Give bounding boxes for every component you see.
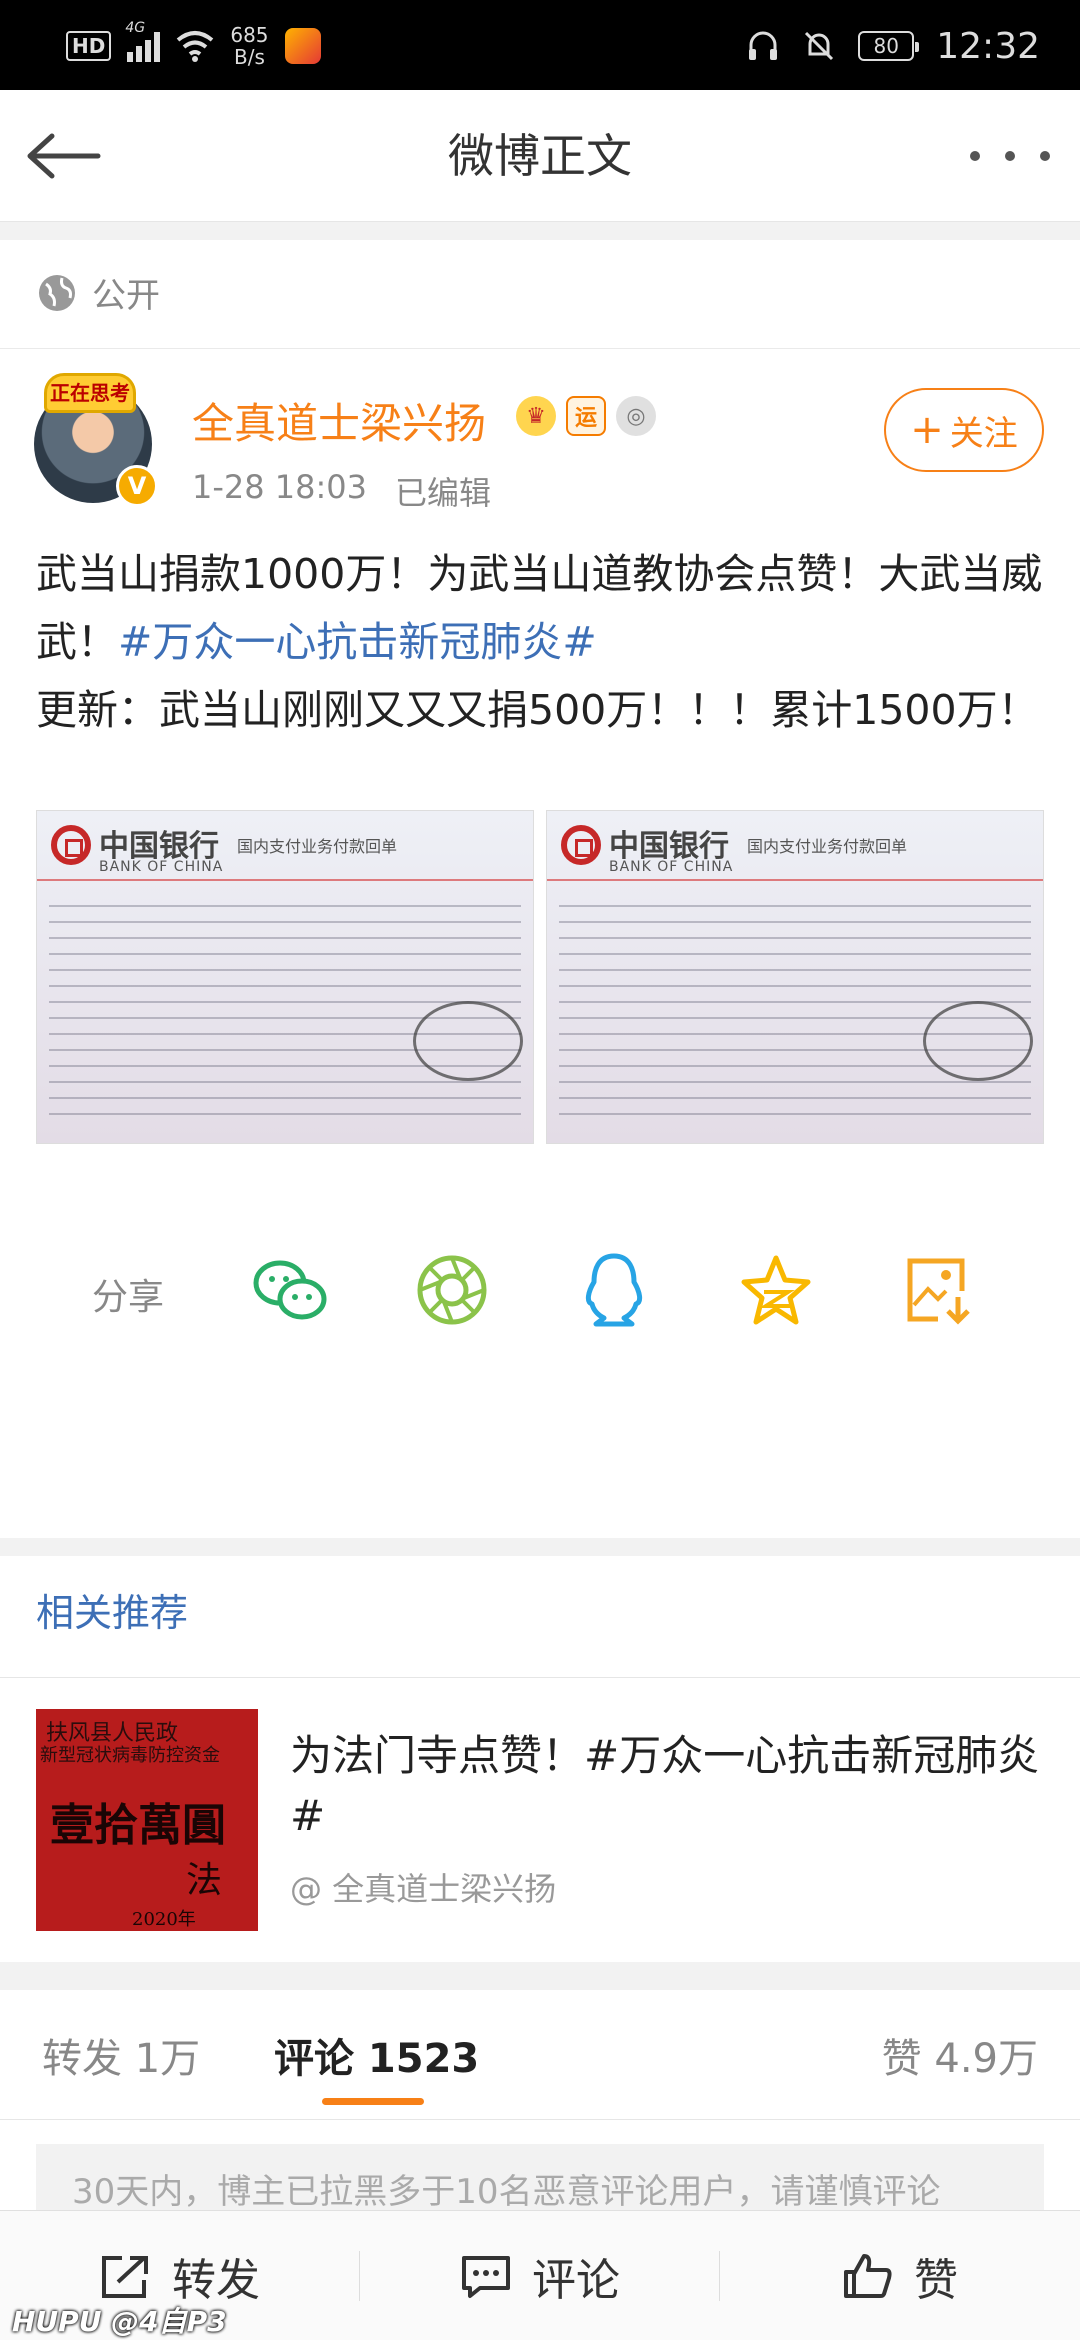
mute-bell-icon xyxy=(805,31,834,61)
qzone-icon[interactable] xyxy=(738,1252,814,1328)
receipt-rule xyxy=(37,879,533,881)
interaction-tabs: 转发 1万 评论 1523 赞 4.9万 xyxy=(0,1990,1080,2120)
repost-label: 转发 xyxy=(172,2255,260,2306)
tab-likes[interactable]: 赞 4.9万 xyxy=(882,2026,1038,2084)
tab-reposts[interactable]: 转发 1万 xyxy=(42,2026,200,2084)
receipt-title: 国内支付业务付款回单 xyxy=(747,837,908,856)
vip-crown-icon[interactable]: ♛ xyxy=(516,396,556,436)
share-label: 分享 xyxy=(92,1277,165,1318)
more-dot-icon xyxy=(1040,151,1050,161)
more-dot-icon xyxy=(1005,151,1015,161)
receipt-rule xyxy=(547,879,1043,881)
thumb-text: 法 xyxy=(186,1860,223,1901)
post-text-line2: 更新：武当山刚刚又又又捐500万！！！累计1500万！ xyxy=(36,686,1039,734)
moments-icon[interactable] xyxy=(414,1252,490,1328)
post-timestamp: 1-28 18:03 xyxy=(192,468,368,506)
bank-name-en: BANK OF CHINA xyxy=(99,859,224,875)
back-button[interactable] xyxy=(24,120,104,192)
medal-icon[interactable]: ◎ xyxy=(616,396,656,436)
thumb-text: 2020年 xyxy=(132,1909,196,1930)
comment-icon xyxy=(462,2256,510,2298)
battery-icon: 80 xyxy=(858,31,920,61)
clock: 12:32 xyxy=(936,25,1040,67)
thumb-text: 新型冠状病毒防控资金 xyxy=(40,1745,220,1766)
badge-yun-icon[interactable]: 运 xyxy=(566,396,606,436)
wifi-icon xyxy=(177,31,214,62)
thumbs-up-icon xyxy=(844,2254,892,2298)
network-type: 4G xyxy=(125,20,146,36)
page-title: 微博正文 xyxy=(448,129,632,183)
divider xyxy=(0,348,1080,349)
thumb-text: 壹拾萬圓 xyxy=(50,1800,226,1851)
back-arrow-icon xyxy=(27,133,101,179)
save-image-icon[interactable] xyxy=(900,1252,976,1328)
bank-of-china-logo-icon xyxy=(561,825,601,865)
share-row: 分享 xyxy=(0,1240,1080,1340)
visibility-label: 公开 xyxy=(36,268,160,317)
post-image-2[interactable]: 中国银行 BANK OF CHINA 国内支付业务付款回单 xyxy=(546,810,1044,1144)
edited-label[interactable]: 已编辑 xyxy=(395,468,491,514)
headphones-icon xyxy=(749,31,778,60)
avatar[interactable]: 正在思考 V xyxy=(34,373,158,507)
watermark: HUPU @4自P3 xyxy=(12,2305,227,2338)
globe-icon xyxy=(39,274,75,311)
hd-indicator: HD xyxy=(66,31,112,61)
related-post-title[interactable]: 为法门寺点赞！#万众一心抗击新冠肺炎# xyxy=(290,1726,1050,1846)
app-notification-icon xyxy=(284,28,321,64)
bank-name-en: BANK OF CHINA xyxy=(609,859,734,875)
divider xyxy=(0,1677,1080,1678)
wechat-icon[interactable] xyxy=(252,1252,328,1328)
avatar-frame-tag: 正在思考 xyxy=(44,373,136,413)
post-meta: 1-28 18:03 已编辑 xyxy=(192,468,491,514)
like-label: 赞 xyxy=(914,2255,958,2306)
plus-icon: + xyxy=(910,407,944,453)
bank-of-china-logo-icon xyxy=(51,825,91,865)
follow-label: 关注 xyxy=(949,413,1018,454)
bank-stamp xyxy=(413,1001,523,1081)
nav-bar: 微博正文 xyxy=(0,90,1080,222)
verified-badge: V xyxy=(116,465,158,507)
topic-link[interactable]: #万众一心抗击新冠肺炎# xyxy=(118,618,597,666)
more-dot-icon xyxy=(970,151,980,161)
like-button[interactable]: 赞 xyxy=(720,2211,1080,2340)
user-badges: ♛ 运 ◎ xyxy=(516,396,656,436)
status-bar: HD 4G 685 B/s 80 12:32 xyxy=(0,0,1080,90)
follow-button[interactable]: + 关注 xyxy=(884,388,1044,472)
repost-icon xyxy=(102,2256,148,2298)
post-text: 武当山捐款1000万！为武当山道教协会点赞！大武当威武！#万众一心抗击新冠肺炎#… xyxy=(36,540,1046,744)
comment-label: 评论 xyxy=(532,2255,620,2306)
post-card: 公开 正在思考 V 全真道士梁兴扬 ♛ 运 ◎ 1-28 18:03 已编辑 +… xyxy=(0,240,1080,1538)
post-image-1[interactable]: 中国银行 BANK OF CHINA 国内支付业务付款回单 xyxy=(36,810,534,1144)
speed-value: 685 xyxy=(230,23,269,47)
visibility-text: 公开 xyxy=(92,276,160,316)
qq-icon[interactable] xyxy=(576,1252,652,1328)
related-thumbnail[interactable]: 扶风县人民政 新型冠状病毒防控资金 壹拾萬圓 法 2020年 xyxy=(36,1709,258,1931)
author-name[interactable]: 全真道士梁兴扬 xyxy=(192,390,486,451)
comment-button[interactable]: 评论 xyxy=(360,2211,720,2340)
active-tab-indicator xyxy=(322,2098,424,2105)
bank-stamp xyxy=(923,1001,1033,1081)
related-post-author[interactable]: @ 全真道士梁兴扬 xyxy=(290,1864,556,1910)
speed-unit: B/s xyxy=(233,45,265,69)
receipt-title: 国内支付业务付款回单 xyxy=(237,837,398,856)
comment-section: 30天内，博主已拉黑多于10名恶意评论用户，请谨慎评论 xyxy=(0,2120,1080,2224)
tab-comments[interactable]: 评论 1523 xyxy=(274,2026,479,2084)
more-options-button[interactable] xyxy=(970,130,1050,182)
related-title: 相关推荐 xyxy=(36,1591,189,1635)
network-speed: 685 B/s xyxy=(230,24,268,68)
cellular-signal-icon: 4G xyxy=(125,20,161,62)
related-section: 相关推荐 扶风县人民政 新型冠状病毒防控资金 壹拾萬圓 法 2020年 为法门寺… xyxy=(0,1556,1080,1962)
